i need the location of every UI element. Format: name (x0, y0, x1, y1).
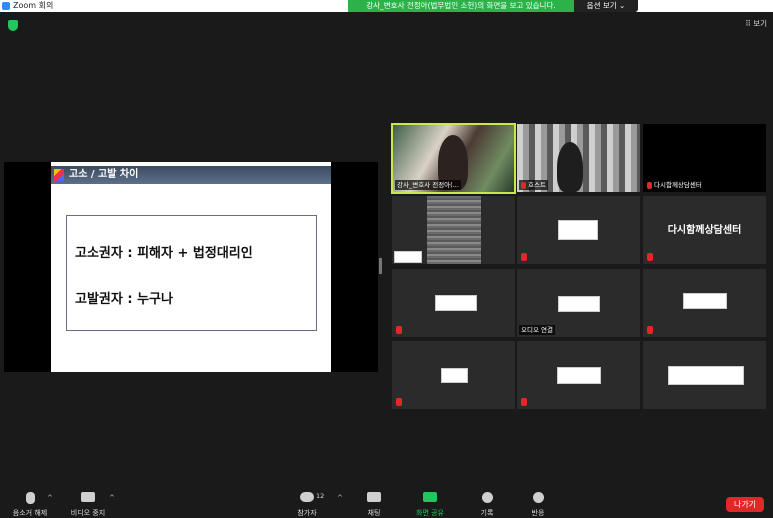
smiley-icon (532, 492, 544, 503)
view-options-button[interactable]: 옵션 보기 ⌄ (574, 0, 638, 12)
redacted-name (683, 293, 727, 309)
share-screen-icon (423, 492, 437, 502)
window-title: Zoom 회의 (13, 1, 54, 10)
muted-microphone-icon (25, 492, 35, 504)
participant-tile-12[interactable] (643, 341, 766, 409)
participant-tile-5[interactable] (517, 196, 640, 264)
redacted-name (435, 295, 477, 311)
chat-button[interactable]: 채팅 (357, 486, 391, 517)
participant-tile-6[interactable]: 다시함께상담센터 (643, 196, 766, 264)
participant-tile-8[interactable]: 오디오 연결 (517, 269, 640, 337)
slide-header: 고소 / 고발 차이 (51, 166, 331, 184)
zoom-app-icon (2, 2, 10, 10)
muted-mic-icon (521, 398, 527, 406)
participant-tile-2[interactable]: 호스트 (517, 124, 640, 192)
split-drag-handle[interactable] (379, 258, 382, 274)
participant-tile-7[interactable] (392, 269, 515, 337)
participant-tile-10[interactable] (392, 341, 515, 409)
participant-name: 강사_변호사 전정아(... (395, 180, 461, 190)
video-options-caret-icon[interactable]: ^ (109, 494, 115, 502)
slide-title: 고소 / 고발 차이 (69, 169, 139, 180)
slide-line-2: 고발권자 : 누구나 (75, 292, 173, 307)
video-camera-icon (81, 492, 95, 502)
redacted-name (441, 368, 468, 383)
record-button[interactable]: 기록 (470, 486, 504, 517)
redacted-name (394, 251, 422, 263)
participant-video (427, 196, 481, 264)
chat-bubble-icon (367, 492, 381, 502)
record-icon (481, 492, 493, 503)
participant-tile-9[interactable] (643, 269, 766, 337)
redacted-name (557, 367, 601, 384)
redacted-name (558, 220, 598, 240)
muted-mic-icon (521, 181, 526, 189)
slide-logo-icon (54, 169, 64, 181)
shared-screen: 고소 / 고발 차이 고소권자 : 피해자 + 법정대리인 고발권자 : 누구나 (4, 162, 378, 372)
muted-mic-icon (396, 326, 402, 334)
participant-tile-3[interactable]: 다시함께상담센터 (643, 124, 766, 192)
meeting-toolbar: 음소거 해제 ^ 비디오 중지 ^ 12 참가자 ^ 채팅 화면 공유 기록 반… (0, 486, 773, 517)
participants-count: 12 (316, 492, 325, 500)
participant-display-name: 다시함께상담센터 (667, 225, 742, 236)
participants-button[interactable]: 12 참가자 (290, 486, 325, 517)
muted-mic-icon (647, 326, 653, 334)
audio-options-caret-icon[interactable]: ^ (47, 494, 53, 502)
slide-content-box: 고소권자 : 피해자 + 법정대리인 고발권자 : 누구나 (66, 215, 317, 331)
participant-tile-4[interactable] (392, 196, 515, 264)
muted-mic-icon (647, 253, 653, 261)
participant-tile-11[interactable] (517, 341, 640, 409)
participant-name: 오디오 연결 (519, 325, 555, 335)
muted-mic-icon (396, 398, 402, 406)
participant-name: 호스트 (519, 180, 548, 190)
participants-options-caret-icon[interactable]: ^ (337, 494, 343, 502)
muted-mic-icon (521, 253, 527, 261)
redacted-name (558, 296, 600, 312)
slide-line-1: 고소권자 : 피해자 + 법정대리인 (75, 246, 253, 261)
gallery-view-button[interactable]: ⠿ 보기 (735, 18, 767, 30)
security-shield-icon[interactable] (8, 20, 18, 31)
participant-tile-1[interactable]: 강사_변호사 전정아(... (391, 123, 516, 194)
redacted-name (668, 366, 744, 385)
participants-icon (300, 492, 314, 502)
leave-meeting-button[interactable]: 나가기 (726, 497, 764, 512)
presentation-slide: 고소 / 고발 차이 고소권자 : 피해자 + 법정대리인 고발권자 : 누구나 (51, 162, 331, 372)
reactions-button[interactable]: 반응 (521, 486, 555, 517)
muted-mic-icon (647, 181, 652, 189)
participant-name: 다시함께상담센터 (645, 180, 704, 190)
screen-share-banner: 강사_변호사 전정아(법무법인 소헌)의 화면을 보고 있습니다. (348, 0, 574, 12)
share-screen-button[interactable]: 화면 공유 (408, 486, 452, 517)
stop-video-button[interactable]: 비디오 중지 (64, 486, 112, 517)
participant-video (557, 142, 583, 192)
